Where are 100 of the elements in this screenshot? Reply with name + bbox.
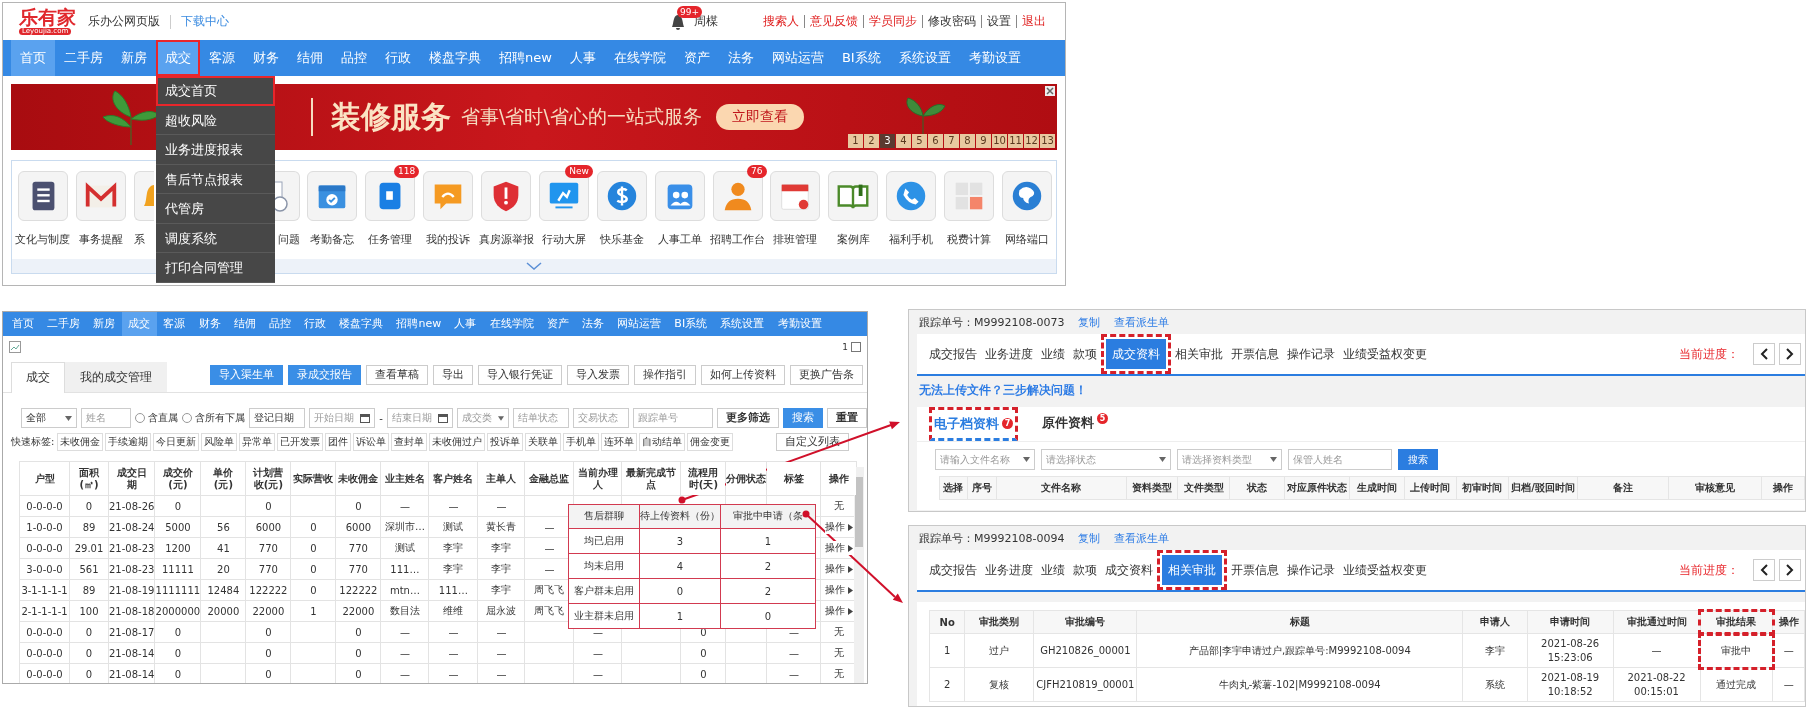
close-icon[interactable] <box>1045 86 1055 96</box>
page-button[interactable]: 4 <box>896 134 911 148</box>
tab[interactable]: 操作记录 <box>1283 334 1339 374</box>
quick-tag[interactable]: 手续逾期 <box>105 433 152 451</box>
page-button[interactable]: 8 <box>960 134 975 148</box>
app-shortcut[interactable]: 真房源举报 <box>477 165 535 259</box>
action-menu[interactable]: 操作 <box>824 583 853 597</box>
nav-tab[interactable]: 在线学院 <box>483 312 541 336</box>
app-shortcut[interactable]: 问题 <box>272 165 304 259</box>
quick-tag[interactable]: 连环单 <box>601 433 638 451</box>
quick-tag[interactable]: 关联单 <box>525 433 562 451</box>
nav-tab[interactable]: 系统设置 <box>889 40 960 76</box>
tab[interactable]: 业务进度 <box>981 334 1037 374</box>
next-button[interactable] <box>1779 343 1801 365</box>
nav-tab[interactable]: 楼盘字典 <box>420 40 490 76</box>
nav-tab[interactable]: 新房 <box>86 312 122 336</box>
tab[interactable]: 业务进度 <box>981 550 1037 590</box>
page-button[interactable]: 5 <box>912 134 927 148</box>
app-shortcut[interactable]: 快乐基金 <box>592 165 651 259</box>
nav-tab[interactable]: 结佣 <box>288 40 332 76</box>
action-menu[interactable]: 操作 <box>824 541 853 555</box>
tab[interactable]: 成交资料 <box>1101 334 1171 374</box>
header-link[interactable]: 设置 <box>982 15 1016 28</box>
app-shortcut[interactable]: 118 任务管理 <box>361 165 420 259</box>
action-menu[interactable]: 操作 <box>824 604 853 618</box>
nav-tab[interactable]: 招聘new <box>490 40 561 76</box>
app-shortcut[interactable]: 网络端口 <box>998 165 1056 259</box>
page-button[interactable]: 2 <box>864 134 879 148</box>
action-menu[interactable]: 操作 <box>824 562 853 576</box>
quick-tag[interactable]: 已开发票 <box>277 433 324 451</box>
help-link[interactable]: 无法上传文件？三步解决问题！ <box>909 376 1805 403</box>
toolbar-button[interactable]: 导入发票 <box>567 365 629 385</box>
text-link[interactable]: 查看派生单 <box>1114 530 1170 546</box>
app-shortcut[interactable]: 案例库 <box>824 165 883 259</box>
select-field[interactable]: 登记日期 <box>249 408 306 428</box>
quick-tag[interactable]: 投诉单 <box>487 433 524 451</box>
app-shortcut[interactable]: 福利手机 <box>882 165 941 259</box>
page-button[interactable]: 3 <box>880 134 895 148</box>
tab[interactable]: 业绩 <box>1037 550 1069 590</box>
nav-tab[interactable]: 品控 <box>332 40 376 76</box>
tab[interactable]: 电子档资料 7 <box>929 407 1018 441</box>
quick-tag[interactable]: 团件 <box>325 433 352 451</box>
nav-tab[interactable]: 在线学院 <box>604 40 675 76</box>
nav-tab[interactable]: 财务 <box>191 312 228 336</box>
toolbar-button[interactable]: 导入银行凭证 <box>478 365 562 385</box>
tab[interactable]: 操作记录 <box>1283 550 1339 590</box>
text-link[interactable]: 复制 <box>1078 530 1101 546</box>
quick-tag[interactable]: 诉讼单 <box>353 433 390 451</box>
app-shortcut[interactable]: 事务提醒 <box>71 165 130 259</box>
app-shortcut[interactable]: 人事工单 <box>650 165 709 259</box>
nav-tab[interactable]: 品控 <box>262 312 298 336</box>
nav-tab[interactable]: 行政 <box>376 40 420 76</box>
tab[interactable]: 原件资料 5 <box>1036 407 1114 441</box>
nav-tab[interactable]: 资产 <box>674 40 719 76</box>
page-button[interactable]: 7 <box>944 134 959 148</box>
toolbar-button[interactable]: 更换广告条 <box>790 365 863 385</box>
previous-button[interactable] <box>1753 343 1775 365</box>
nav-tab[interactable]: 财务 <box>244 40 288 76</box>
scrollbar[interactable] <box>854 467 864 683</box>
action-menu[interactable]: 操作 <box>824 520 853 534</box>
page-button[interactable]: 12 <box>1024 134 1039 148</box>
tab[interactable]: 相关审批 <box>1171 334 1227 374</box>
nav-tab[interactable]: 法务 <box>718 40 763 76</box>
quick-tag[interactable]: 佣金变更 <box>687 433 734 451</box>
quick-tag[interactable]: 自动结单 <box>639 433 686 451</box>
nav-tab[interactable]: BI系统 <box>832 40 890 76</box>
toolbar-button[interactable]: 导出 <box>433 365 473 385</box>
nav-tab[interactable]: 首页 <box>5 312 41 336</box>
nav-tab[interactable]: 结佣 <box>227 312 263 336</box>
toolbar-button[interactable]: 查看草稿 <box>366 365 428 385</box>
page-button[interactable]: 1 <box>848 134 863 148</box>
tab[interactable]: 开票信息 <box>1227 334 1283 374</box>
tab[interactable]: 成交资料 <box>1101 550 1157 590</box>
quick-tag[interactable]: 风险单 <box>201 433 238 451</box>
previous-button[interactable] <box>1753 559 1775 581</box>
quick-tag[interactable]: 手机单 <box>563 433 600 451</box>
search-button[interactable]: 搜索 <box>1398 449 1438 470</box>
app-shortcut[interactable]: 76 招聘工作台 <box>708 165 767 259</box>
nav-tab[interactable]: 二手房 <box>40 312 87 336</box>
text-link[interactable]: 查看派生单 <box>1114 314 1170 330</box>
tab[interactable]: 业绩受益权变更 <box>1339 334 1431 374</box>
header-link[interactable]: 修改密码 <box>923 15 981 28</box>
filter-button[interactable]: 重置 <box>827 408 867 428</box>
quick-tag[interactable]: 未收佣过户 <box>429 433 486 451</box>
tab[interactable]: 我的成交管理 <box>65 362 167 392</box>
filter-button[interactable]: 更多筛选 <box>717 408 779 428</box>
header-link[interactable]: 搜索人 <box>758 15 804 28</box>
nav-tab[interactable]: 考勤设置 <box>959 40 1030 76</box>
page-button[interactable]: 13 <box>1040 134 1055 148</box>
chevron-down-icon[interactable] <box>526 262 542 270</box>
nav-tab[interactable]: 资产 <box>540 312 576 336</box>
app-shortcut[interactable]: 系 <box>129 165 154 259</box>
quick-tag[interactable]: 异常单 <box>239 433 276 451</box>
header-link[interactable]: 学员同步 <box>864 15 922 28</box>
nav-tab[interactable]: 新房 <box>112 40 156 76</box>
tab[interactable]: 业绩受益权变更 <box>1339 550 1431 590</box>
page-button[interactable]: 10 <box>992 134 1007 148</box>
app-shortcut[interactable]: 排班管理 <box>766 165 825 259</box>
nav-tab[interactable]: BI系统 <box>667 312 714 336</box>
quick-tag[interactable]: 今日更新 <box>153 433 200 451</box>
